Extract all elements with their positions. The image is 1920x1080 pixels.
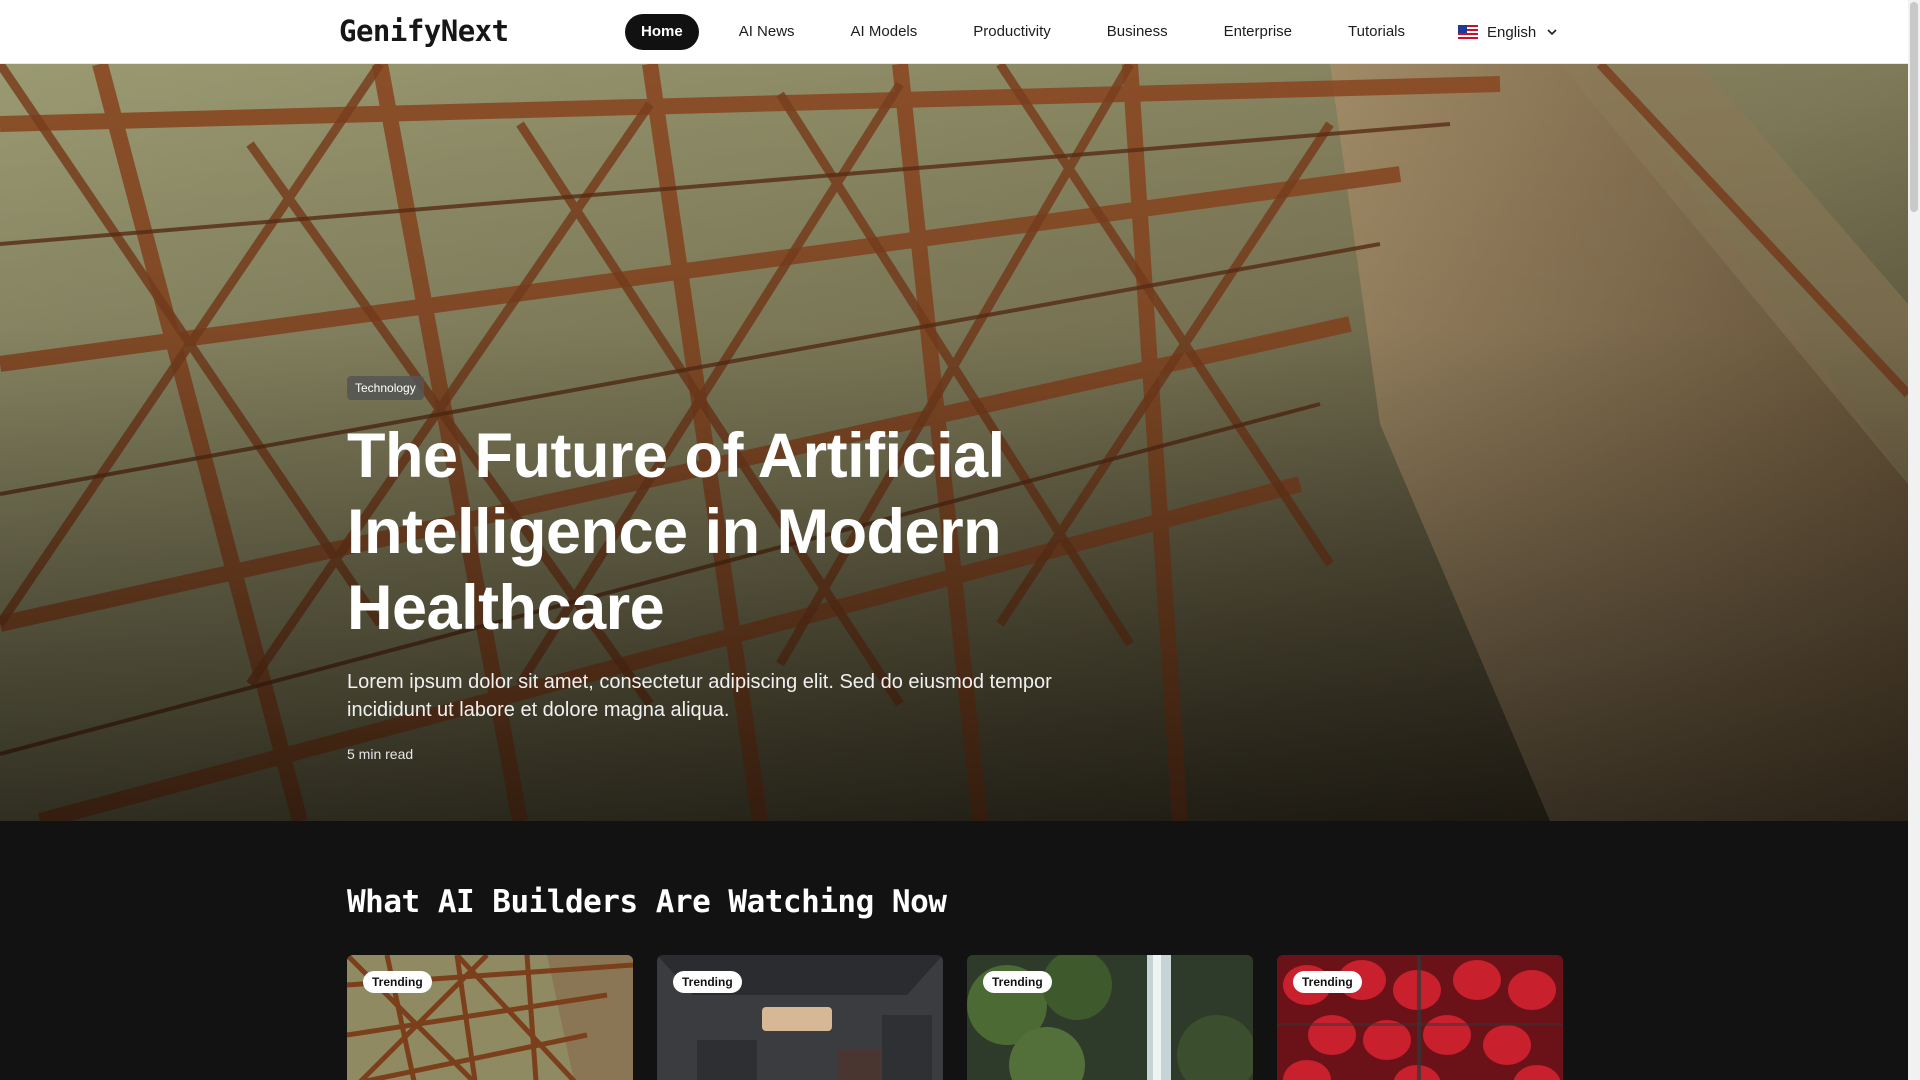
trending-section-title: What AI Builders Are Watching Now — [347, 884, 947, 920]
hero-content: Technology The Future of Artificial Inte… — [347, 376, 1147, 762]
chevron-down-icon — [1547, 29, 1557, 36]
nav-link-ai-models[interactable]: AI Models — [835, 14, 934, 50]
nav-link-productivity[interactable]: Productivity — [957, 14, 1067, 50]
main-nav: Home AI News AI Models Productivity Busi… — [625, 14, 1445, 50]
trending-card-strawberries[interactable]: Trending — [1277, 955, 1563, 1080]
site-logo[interactable]: GenifyNext — [339, 14, 509, 48]
nav-link-tutorials[interactable]: Tutorials — [1332, 14, 1421, 50]
hero-read-time: 5 min read — [347, 746, 414, 762]
nav-link-home[interactable]: Home — [625, 14, 699, 50]
trending-card-waterfall[interactable]: Trending — [967, 955, 1253, 1080]
trending-card-bridge[interactable]: Trending — [347, 955, 633, 1080]
trending-badge: Trending — [363, 971, 432, 993]
nav-link-business[interactable]: Business — [1091, 14, 1184, 50]
hero-banner[interactable]: Technology The Future of Artificial Inte… — [0, 64, 1908, 821]
nav-link-ai-news[interactable]: AI News — [723, 14, 811, 50]
trending-cards: Trending Trending Trending Trending — [347, 955, 1563, 1080]
trending-badge: Trending — [1293, 971, 1362, 993]
us-flag-icon — [1458, 25, 1478, 39]
nav-link-enterprise[interactable]: Enterprise — [1208, 14, 1308, 50]
hero-description: Lorem ipsum dolor sit amet, consectetur … — [347, 671, 1052, 721]
scrollbar-thumb[interactable] — [1910, 2, 1918, 212]
language-selector[interactable]: English — [1458, 14, 1558, 50]
hero-title[interactable]: The Future of Artificial Intelligence in… — [347, 418, 1147, 646]
trending-badge: Trending — [983, 971, 1052, 993]
hero-category-tag[interactable]: Technology — [347, 376, 424, 400]
trending-card-desk[interactable]: Trending — [657, 955, 943, 1080]
language-label: English — [1487, 23, 1537, 41]
trending-badge: Trending — [673, 971, 742, 993]
top-navbar: GenifyNext Home AI News AI Models Produc… — [0, 0, 1908, 64]
